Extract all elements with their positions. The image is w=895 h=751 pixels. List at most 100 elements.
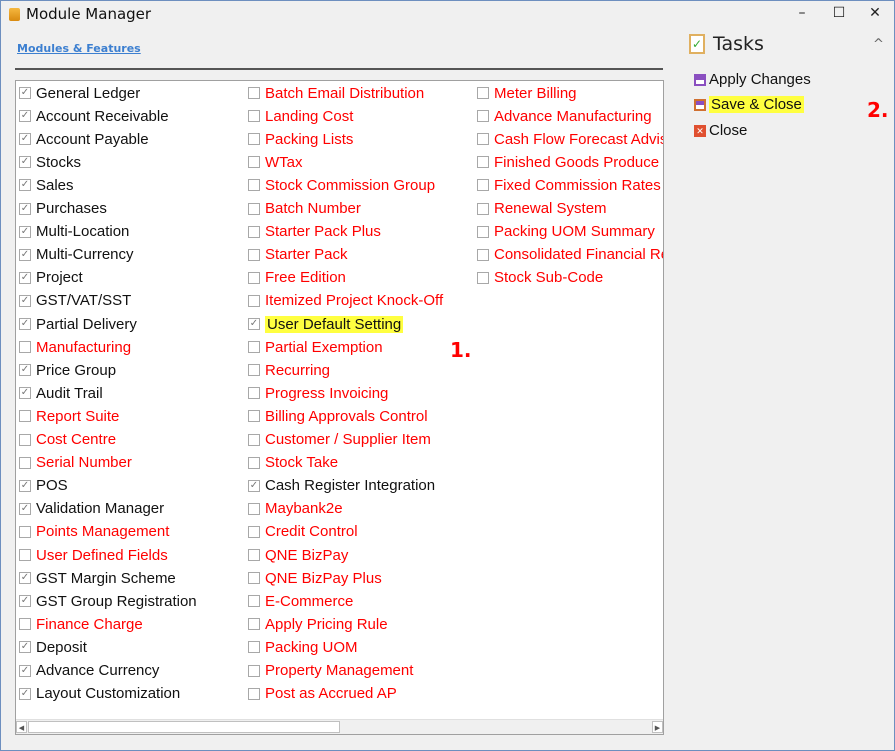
module-item[interactable]: ✓ GST Group Registration: [19, 591, 197, 611]
module-item[interactable]: User Defined Fields: [19, 545, 168, 565]
collapse-tasks-button[interactable]: ^: [873, 37, 884, 52]
checkbox[interactable]: [477, 133, 489, 146]
module-item[interactable]: ✓ Audit Trail: [19, 383, 103, 403]
checkbox[interactable]: ✓: [19, 202, 31, 215]
checkbox[interactable]: [248, 110, 260, 123]
module-item[interactable]: ✓ Multi-Location: [19, 222, 129, 242]
scroll-left-button[interactable]: ◀: [16, 721, 27, 733]
checkbox[interactable]: ✓: [19, 294, 31, 307]
module-item[interactable]: ✓ Stocks: [19, 152, 81, 172]
module-item[interactable]: ✓ Deposit: [19, 637, 87, 657]
module-item[interactable]: Consolidated Financial Report: [477, 245, 663, 265]
module-item[interactable]: Cash Flow Forecast Advisor: [477, 129, 663, 149]
checkbox[interactable]: [248, 664, 260, 677]
checkbox[interactable]: [248, 87, 260, 99]
checkbox[interactable]: ✓: [19, 641, 31, 654]
checkbox[interactable]: [248, 456, 260, 469]
checkbox[interactable]: [19, 618, 31, 631]
module-item[interactable]: ✓ GST Margin Scheme: [19, 568, 176, 588]
module-item[interactable]: Post as Accrued AP: [248, 684, 397, 704]
checkbox[interactable]: ✓: [19, 572, 31, 585]
checkbox[interactable]: [19, 525, 31, 538]
module-item[interactable]: Manufacturing: [19, 337, 131, 357]
module-item[interactable]: Batch Email Distribution: [248, 83, 424, 103]
close-button[interactable]: ✕ Close: [694, 122, 747, 139]
module-item[interactable]: ✓ Multi-Currency: [19, 245, 134, 265]
scroll-right-button[interactable]: ▶: [652, 721, 663, 733]
checkbox[interactable]: [19, 433, 31, 446]
checkbox[interactable]: ✓: [19, 664, 31, 677]
checkbox[interactable]: ✓: [19, 179, 31, 192]
module-item[interactable]: ✓ Partial Delivery: [19, 314, 137, 334]
checkbox[interactable]: ✓: [19, 387, 31, 400]
module-item[interactable]: ✓ Price Group: [19, 360, 116, 380]
module-item[interactable]: Report Suite: [19, 406, 119, 426]
checkbox[interactable]: ✓: [19, 502, 31, 515]
checkbox[interactable]: [248, 641, 260, 654]
checkbox[interactable]: ✓: [19, 248, 31, 261]
module-item[interactable]: Stock Take: [248, 453, 338, 473]
module-item[interactable]: Property Management: [248, 661, 413, 681]
module-item[interactable]: Fixed Commission Rates: [477, 175, 661, 195]
module-item[interactable]: ✓ Account Receivable: [19, 106, 169, 126]
module-item[interactable]: WTax: [248, 152, 303, 172]
module-item[interactable]: ✓ Project: [19, 268, 83, 288]
checkbox[interactable]: [19, 410, 31, 423]
module-item[interactable]: Recurring: [248, 360, 330, 380]
checkbox[interactable]: [248, 572, 260, 585]
module-item[interactable]: Packing UOM: [248, 637, 358, 657]
checkbox[interactable]: ✓: [19, 87, 31, 99]
checkbox[interactable]: ✓: [19, 687, 31, 700]
module-item[interactable]: Packing Lists: [248, 129, 353, 149]
module-item[interactable]: Starter Pack: [248, 245, 348, 265]
module-item[interactable]: Points Management: [19, 522, 169, 542]
checkbox[interactable]: [248, 341, 260, 354]
module-item[interactable]: ✓ GST/VAT/SST: [19, 291, 131, 311]
module-item[interactable]: ✓ User Default Setting: [248, 314, 404, 334]
checkbox[interactable]: ✓: [248, 479, 260, 492]
module-item[interactable]: Credit Control: [248, 522, 358, 542]
module-item[interactable]: ✓ Layout Customization: [19, 684, 180, 704]
checkbox[interactable]: ✓: [19, 318, 31, 330]
module-item[interactable]: Itemized Project Knock-Off: [248, 291, 443, 311]
module-item[interactable]: Stock Commission Group: [248, 175, 435, 195]
apply-changes-button[interactable]: Apply Changes: [694, 71, 811, 88]
save-close-button[interactable]: Save & Close: [694, 96, 804, 113]
module-item[interactable]: ✓ Sales: [19, 175, 74, 195]
checkbox[interactable]: [248, 502, 260, 515]
minimize-button[interactable]: –: [787, 3, 817, 23]
module-item[interactable]: Advance Manufacturing: [477, 106, 652, 126]
checkbox[interactable]: ✓: [19, 479, 31, 492]
module-item[interactable]: Starter Pack Plus: [248, 222, 381, 242]
checkbox[interactable]: [248, 364, 260, 377]
checkbox[interactable]: [248, 294, 260, 307]
checkbox[interactable]: [477, 271, 489, 284]
checkbox[interactable]: [19, 456, 31, 469]
checkbox[interactable]: ✓: [19, 156, 31, 169]
module-item[interactable]: QNE BizPay Plus: [248, 568, 382, 588]
checkbox[interactable]: [477, 202, 489, 215]
checkbox[interactable]: [248, 433, 260, 446]
checkbox[interactable]: [19, 549, 31, 561]
checkbox[interactable]: ✓: [19, 225, 31, 238]
checkbox[interactable]: [248, 549, 260, 561]
checkbox[interactable]: [248, 525, 260, 538]
checkbox[interactable]: [248, 248, 260, 261]
checkbox[interactable]: [248, 156, 260, 169]
module-item[interactable]: ✓ Account Payable: [19, 129, 149, 149]
module-item[interactable]: ✓ General Ledger: [19, 83, 140, 103]
module-item[interactable]: ✓ Validation Manager: [19, 499, 164, 519]
checkbox[interactable]: ✓: [19, 595, 31, 608]
module-item[interactable]: Apply Pricing Rule: [248, 614, 388, 634]
checkbox[interactable]: [477, 248, 489, 261]
checkbox[interactable]: [248, 595, 260, 608]
module-item[interactable]: Finished Goods Produce: [477, 152, 659, 172]
checkbox[interactable]: [477, 156, 489, 169]
checkbox[interactable]: ✓: [19, 110, 31, 123]
module-item[interactable]: Serial Number: [19, 453, 132, 473]
module-item[interactable]: Progress Invoicing: [248, 383, 388, 403]
checkbox[interactable]: [248, 179, 260, 192]
module-item[interactable]: E-Commerce: [248, 591, 353, 611]
module-item[interactable]: Finance Charge: [19, 614, 143, 634]
module-item[interactable]: ✓ Cash Register Integration: [248, 476, 435, 496]
